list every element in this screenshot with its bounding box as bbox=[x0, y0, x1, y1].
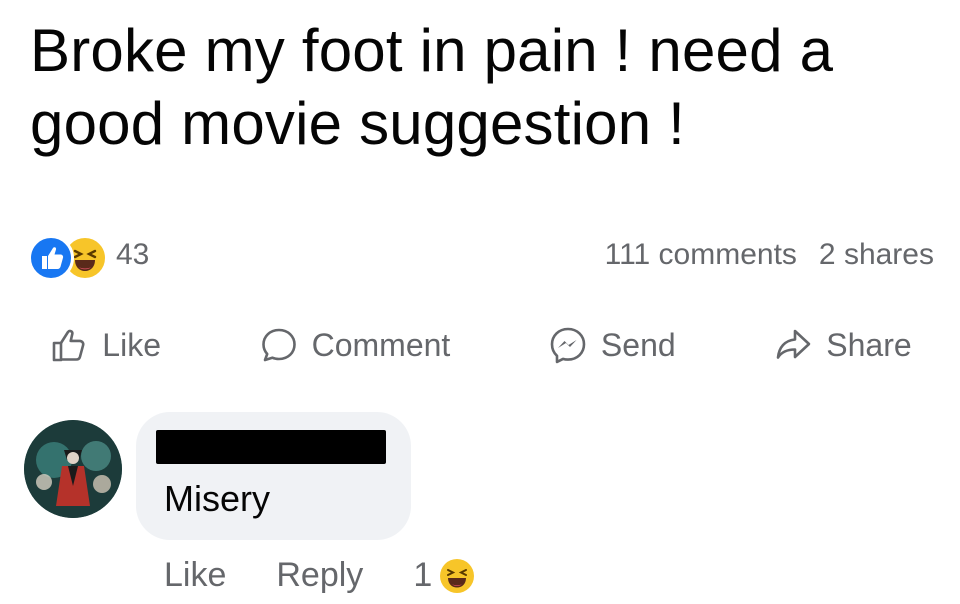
messenger-icon bbox=[550, 327, 586, 364]
shares-count[interactable]: 2 shares bbox=[819, 238, 934, 272]
comment-icon bbox=[261, 328, 296, 362]
thumbs-up-icon bbox=[52, 329, 85, 362]
reaction-icons bbox=[28, 232, 110, 281]
reaction-count: 43 bbox=[116, 238, 150, 271]
like-button[interactable]: Like bbox=[48, 324, 161, 366]
reaction-summary-left[interactable]: 43 bbox=[28, 232, 150, 281]
share-button[interactable]: Share bbox=[772, 324, 912, 366]
comment-reaction-count: 1 bbox=[413, 556, 433, 594]
redacted-commenter-name bbox=[156, 430, 386, 464]
share-button-label: Share bbox=[826, 326, 912, 363]
comments-count[interactable]: 111 comments bbox=[605, 238, 797, 272]
send-button[interactable]: Send bbox=[547, 324, 676, 366]
comment-reply-button[interactable]: Reply bbox=[276, 556, 363, 595]
comment-like-button[interactable]: Like bbox=[164, 556, 226, 595]
post-text: Broke my foot in pain ! need a good movi… bbox=[30, 17, 834, 157]
comment-bubble: Misery bbox=[136, 412, 411, 540]
like-reaction-icon bbox=[28, 235, 74, 281]
post-action-bar: Like Comment Send Share bbox=[0, 318, 960, 372]
haha-icon bbox=[440, 558, 475, 593]
comment-text: Misery bbox=[164, 478, 270, 519]
avatar[interactable] bbox=[24, 420, 122, 518]
reactions-summary: 43 111 comments 2 shares bbox=[28, 232, 934, 281]
send-button-label: Send bbox=[600, 326, 676, 363]
share-arrow-icon bbox=[776, 329, 811, 359]
comment-reactions[interactable]: 1 bbox=[413, 556, 475, 595]
comment-button-label: Comment bbox=[311, 326, 451, 363]
comment-button[interactable]: Comment bbox=[258, 324, 451, 366]
like-button-label: Like bbox=[102, 326, 161, 363]
comment: Misery Like Reply 1 bbox=[24, 412, 944, 602]
comment-actions: Like Reply 1 bbox=[164, 556, 475, 595]
post-stats: 111 comments 2 shares bbox=[605, 238, 934, 272]
